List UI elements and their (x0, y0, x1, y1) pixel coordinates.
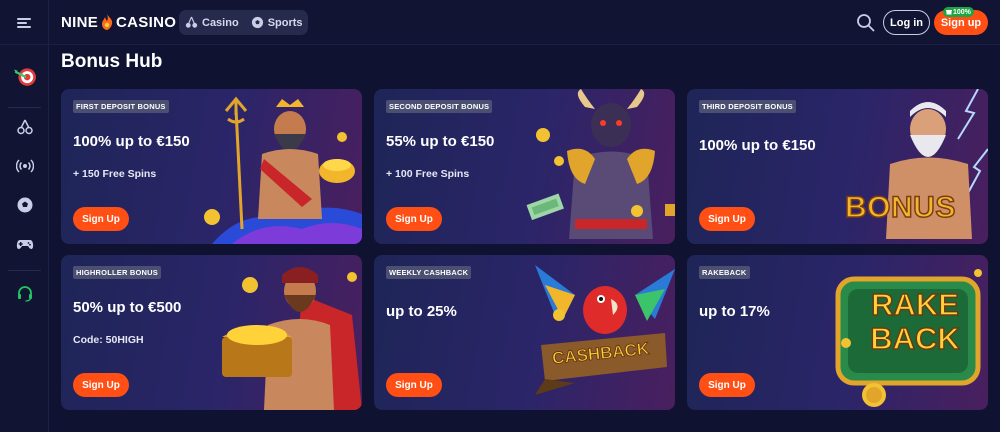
sidebar-item-support[interactable] (0, 278, 49, 308)
hamburger-icon (17, 17, 31, 28)
sidebar-item-promotions[interactable] (0, 61, 49, 91)
bonus-card-third-deposit[interactable]: THIRD DEPOSIT BONUS 100% up to €150 Sign… (687, 89, 988, 244)
bonus-tag: WEEKLY CASHBACK (386, 266, 472, 279)
bonus-headline: up to 25% (386, 303, 457, 320)
sidebar-item-live[interactable] (0, 151, 49, 181)
bonus-card-second-deposit[interactable]: SECOND DEPOSIT BONUS 55% up to €150 + 10… (374, 89, 675, 244)
signup-cta-button[interactable]: Sign Up (386, 207, 442, 231)
bonus-headline: 50% up to €500 (73, 299, 182, 316)
gamepad-icon (16, 240, 33, 249)
page-title: Bonus Hub (61, 51, 163, 72)
soccer-ball-icon (17, 197, 32, 213)
menu-toggle-button[interactable] (0, 0, 49, 45)
sidebar-divider (8, 270, 41, 271)
sidebar-item-games[interactable] (0, 229, 49, 259)
target-dart-icon (13, 68, 36, 86)
gift-icon (946, 10, 952, 15)
signup-bonus-badge: 100% (943, 7, 974, 17)
search-icon[interactable] (856, 13, 875, 32)
bonus-tag: THIRD DEPOSIT BONUS (699, 100, 796, 113)
signup-cta-button[interactable]: Sign Up (386, 373, 442, 397)
nav-sports[interactable]: Sports (251, 16, 303, 29)
bonus-headline: 55% up to €150 (386, 133, 495, 150)
bonus-headline: 100% up to €150 (73, 133, 190, 150)
bonus-headline: 100% up to €150 (699, 137, 816, 154)
bonus-tag: RAKEBACK (699, 266, 750, 279)
bonus-subtext: Code: 50HIGH (73, 334, 144, 346)
signup-cta-button[interactable]: Sign Up (699, 207, 755, 231)
bonus-card-rakeback[interactable]: RAKEBACK up to 17% Sign Up RAKE BACK (687, 255, 988, 410)
nav-casino[interactable]: Casino (185, 16, 239, 29)
logo-text-casino: CASINO (116, 13, 177, 31)
treasure-hero-illustration (222, 267, 362, 410)
signup-cta-button[interactable]: Sign Up (699, 373, 755, 397)
bonus-card-highroller[interactable]: HIGHROLLER BONUS 50% up to €500 Code: 50… (61, 255, 362, 410)
nav-casino-label: Casino (202, 16, 239, 29)
parrot-cashback-illustration (535, 265, 675, 395)
sidebar-item-casino[interactable] (0, 112, 49, 142)
bonus-card-weekly-cashback[interactable]: WEEKLY CASHBACK up to 25% Sign Up CASHBA… (374, 255, 675, 410)
top-bar: NINE CASINO Casino Sports Log in Sign up (0, 0, 1000, 45)
signup-cta-button[interactable]: Sign Up (73, 207, 129, 231)
signup-badge-text: 100% (953, 8, 971, 16)
bonus-card-first-deposit[interactable]: FIRST DEPOSIT BONUS 100% up to €150 + 15… (61, 89, 362, 244)
login-button[interactable]: Log in (883, 10, 930, 35)
signup-cta-button[interactable]: Sign Up (73, 373, 129, 397)
bonus-subtext: + 150 Free Spins (73, 168, 157, 180)
bonus-art-text: BONUS (844, 190, 956, 225)
bonus-subtext: + 100 Free Spins (386, 168, 470, 180)
nav-sports-label: Sports (267, 16, 303, 29)
sidebar (0, 45, 49, 432)
logo-flame-icon (102, 14, 113, 30)
bonus-tag: HIGHROLLER BONUS (73, 266, 161, 279)
sidebar-divider (8, 107, 41, 108)
bonus-art-text: RAKE BACK (869, 287, 960, 357)
logo-text-nine: NINE (61, 13, 99, 31)
minotaur-illustration (526, 89, 675, 239)
bonus-tag: SECOND DEPOSIT BONUS (386, 100, 493, 113)
sea-god-illustration (204, 96, 362, 244)
headset-support-icon (17, 286, 32, 302)
bonus-tag: FIRST DEPOSIT BONUS (73, 100, 169, 113)
bonus-headline: up to 17% (699, 303, 770, 320)
cherries-icon (185, 16, 198, 28)
sidebar-item-sports[interactable] (0, 190, 49, 220)
soccer-ball-icon (251, 16, 263, 29)
cherries-icon (16, 119, 33, 135)
site-logo[interactable]: NINE CASINO (61, 13, 176, 31)
main-nav: Casino Sports (179, 10, 308, 35)
live-broadcast-icon (15, 159, 34, 173)
